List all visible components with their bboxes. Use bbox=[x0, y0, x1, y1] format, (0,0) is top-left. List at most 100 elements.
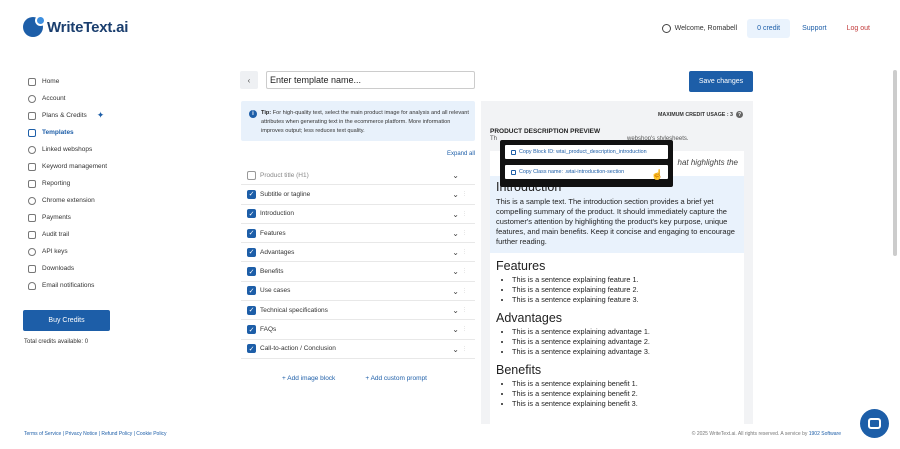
introduction-section[interactable]: Introduction This is a sample text. The … bbox=[490, 176, 744, 253]
sidebar-item-label: Templates bbox=[42, 129, 74, 136]
chevron-down-icon[interactable]: ⌄ bbox=[452, 345, 459, 354]
page-scrollbar[interactable] bbox=[893, 70, 897, 256]
sidebar-item-label: Email notifications bbox=[42, 282, 95, 289]
app-root: WriteText.ai Welcome, Romabell 0 credit … bbox=[0, 0, 900, 449]
section-checkbox[interactable] bbox=[247, 170, 256, 180]
copy-block-id-button[interactable]: Copy Block ID: wtai_product_description_… bbox=[505, 145, 668, 159]
sidebar-item-api-keys[interactable]: API keys bbox=[28, 243, 138, 260]
copy-class-name-button[interactable]: Copy Class name: .wtai-introduction-sect… bbox=[505, 165, 668, 179]
section-checkbox[interactable]: ✓ bbox=[247, 247, 256, 257]
sidebar-item-label: Payments bbox=[42, 214, 71, 221]
sidebar-item-downloads[interactable]: Downloads bbox=[28, 260, 138, 277]
footer-links[interactable]: Terms of Service | Privacy Notice | Refu… bbox=[24, 431, 167, 437]
home-icon bbox=[28, 77, 36, 86]
chevron-down-icon[interactable]: ⌄ bbox=[452, 171, 459, 180]
sidebar-item-label: Downloads bbox=[42, 265, 75, 272]
drag-handle-icon[interactable]: ⋮ bbox=[462, 326, 467, 332]
chevron-down-icon[interactable]: ⌄ bbox=[452, 287, 459, 296]
copyright-text: © 2025 WriteText.ai. All rights reserved… bbox=[691, 431, 808, 437]
template-name-input[interactable]: Enter template name... bbox=[266, 71, 475, 89]
sidebar-item-chrome-extension[interactable]: Chrome extension bbox=[28, 192, 138, 209]
section-checkbox[interactable]: ✓ bbox=[247, 267, 256, 277]
sidebar-item-keyword-management[interactable]: Keyword management bbox=[28, 158, 138, 175]
section-label: Benefits bbox=[260, 268, 284, 276]
help-icon[interactable]: ? bbox=[736, 111, 743, 118]
section-row-benefits[interactable]: ✓ Benefits ⌄ ⋮ bbox=[241, 262, 475, 282]
section-checkbox[interactable]: ✓ bbox=[247, 286, 256, 296]
drag-handle-icon[interactable]: ⋮ bbox=[462, 288, 467, 294]
section-row-introduction[interactable]: ✓ Introduction ⌄ ⋮ bbox=[241, 205, 475, 224]
sidebar-item-email-notifications[interactable]: Email notifications bbox=[28, 277, 138, 294]
sidebar-item-plans-credits[interactable]: Plans & Credits ✦ bbox=[28, 107, 138, 124]
chevron-down-icon[interactable]: ⌄ bbox=[452, 190, 459, 199]
section-row-faqs[interactable]: ✓ FAQs ⌄ ⋮ bbox=[241, 320, 475, 340]
section-row-use-cases[interactable]: ✓ Use cases ⌄ ⋮ bbox=[241, 282, 475, 302]
drag-handle-icon[interactable]: ⋮ bbox=[462, 191, 467, 197]
chevron-down-icon[interactable]: ⌄ bbox=[452, 306, 459, 315]
support-link[interactable]: Support bbox=[802, 25, 827, 32]
sidebar-item-payments[interactable]: Payments bbox=[28, 209, 138, 226]
chevron-down-icon[interactable]: ⌄ bbox=[452, 325, 459, 334]
drag-handle-icon[interactable]: ⋮ bbox=[462, 249, 467, 255]
back-button[interactable]: ‹ bbox=[240, 71, 258, 89]
section-checkbox[interactable]: ✓ bbox=[247, 344, 256, 354]
company-link[interactable]: 1902 Software bbox=[809, 431, 841, 437]
welcome-user[interactable]: Welcome, Romabell bbox=[661, 23, 737, 33]
chevron-down-icon[interactable]: ⌄ bbox=[452, 248, 459, 257]
section-checkbox[interactable]: ✓ bbox=[247, 305, 256, 315]
drag-handle-icon[interactable]: ⋮ bbox=[462, 268, 467, 274]
section-row-advantages[interactable]: ✓ Advantages ⌄ ⋮ bbox=[241, 243, 475, 263]
add-image-block-link[interactable]: + Add image block bbox=[282, 375, 335, 382]
section-label: Product title (H1) bbox=[260, 171, 309, 179]
sidebar-item-reporting[interactable]: Reporting bbox=[28, 175, 138, 192]
sidebar-item-label: Home bbox=[42, 78, 60, 85]
section-row-subtitle[interactable]: ✓ Subtitle or tagline ⌄ ⋮ bbox=[241, 185, 475, 205]
hand-cursor-icon: ☝ bbox=[651, 170, 664, 181]
section-list: Product title (H1) ⌄ ✓ Subtitle or tagline… bbox=[241, 166, 475, 359]
sidebar-item-account[interactable]: Account bbox=[28, 90, 138, 107]
section-checkbox[interactable]: ✓ bbox=[247, 209, 256, 219]
chevron-down-icon[interactable]: ⌄ bbox=[452, 229, 459, 238]
audit-icon bbox=[28, 230, 36, 239]
brand-logo[interactable]: WriteText.ai bbox=[23, 15, 128, 37]
section-checkbox[interactable]: ✓ bbox=[247, 228, 256, 238]
logo-icon bbox=[23, 15, 46, 37]
list-item: This is a sentence explaining feature 3. bbox=[512, 295, 738, 305]
drag-handle-icon[interactable]: ⋮ bbox=[462, 307, 467, 313]
section-checkbox[interactable]: ✓ bbox=[247, 325, 256, 335]
section-row-technical-specifications[interactable]: ✓ Technical specifications ⌄ ⋮ bbox=[241, 301, 475, 321]
add-block-links: + Add image block + Add custom prompt bbox=[282, 375, 427, 382]
sidebar-item-audit-trail[interactable]: Audit trail bbox=[28, 226, 138, 243]
save-changes-button[interactable]: Save changes bbox=[689, 71, 753, 92]
drag-handle-icon[interactable]: ⋮ bbox=[462, 230, 467, 236]
sidebar-item-label: Audit trail bbox=[42, 231, 70, 238]
sidebar-item-templates[interactable]: Templates bbox=[28, 124, 138, 141]
chevron-down-icon[interactable]: ⌄ bbox=[452, 267, 459, 276]
advantages-heading: Advantages bbox=[496, 311, 563, 325]
section-label: Call-to-action / Conclusion bbox=[260, 345, 336, 353]
benefits-list: This is a sentence explaining benefit 1.… bbox=[512, 379, 738, 409]
features-list: This is a sentence explaining feature 1.… bbox=[512, 275, 738, 305]
buy-credits-button[interactable]: Buy Credits bbox=[23, 310, 110, 331]
tip-label: Tip: bbox=[261, 110, 272, 116]
sidebar-item-home[interactable]: Home bbox=[28, 73, 138, 90]
list-item: This is a sentence explaining feature 1. bbox=[512, 275, 738, 285]
chat-button[interactable] bbox=[860, 409, 889, 438]
sidebar: Home Account Plans & Credits ✦ Templates … bbox=[28, 73, 138, 294]
sidebar-item-linked-webshops[interactable]: Linked webshops bbox=[28, 141, 138, 158]
features-heading: Features bbox=[496, 259, 546, 273]
section-row-features[interactable]: ✓ Features ⌄ ⋮ bbox=[241, 224, 475, 244]
list-item: This is a sentence explaining benefit 1. bbox=[512, 379, 738, 389]
template-icon bbox=[28, 128, 36, 137]
expand-all-link[interactable]: Expand all bbox=[447, 151, 475, 157]
drag-handle-icon[interactable]: ⋮ bbox=[462, 211, 467, 217]
section-row-call-to-action[interactable]: ✓ Call-to-action / Conclusion ⌄ ⋮ bbox=[241, 340, 475, 359]
section-checkbox[interactable]: ✓ bbox=[247, 189, 256, 199]
drag-handle-icon[interactable]: ⋮ bbox=[462, 346, 467, 352]
credit-badge[interactable]: 0 credit bbox=[747, 18, 791, 38]
max-credit-usage: MAXIMUM CREDIT USAGE : 3 ? bbox=[658, 111, 743, 118]
section-row-product-title[interactable]: Product title (H1) ⌄ bbox=[241, 166, 475, 186]
logout-link[interactable]: Log out bbox=[847, 25, 870, 32]
chevron-down-icon[interactable]: ⌄ bbox=[452, 210, 459, 219]
add-custom-prompt-link[interactable]: + Add custom prompt bbox=[365, 375, 427, 382]
